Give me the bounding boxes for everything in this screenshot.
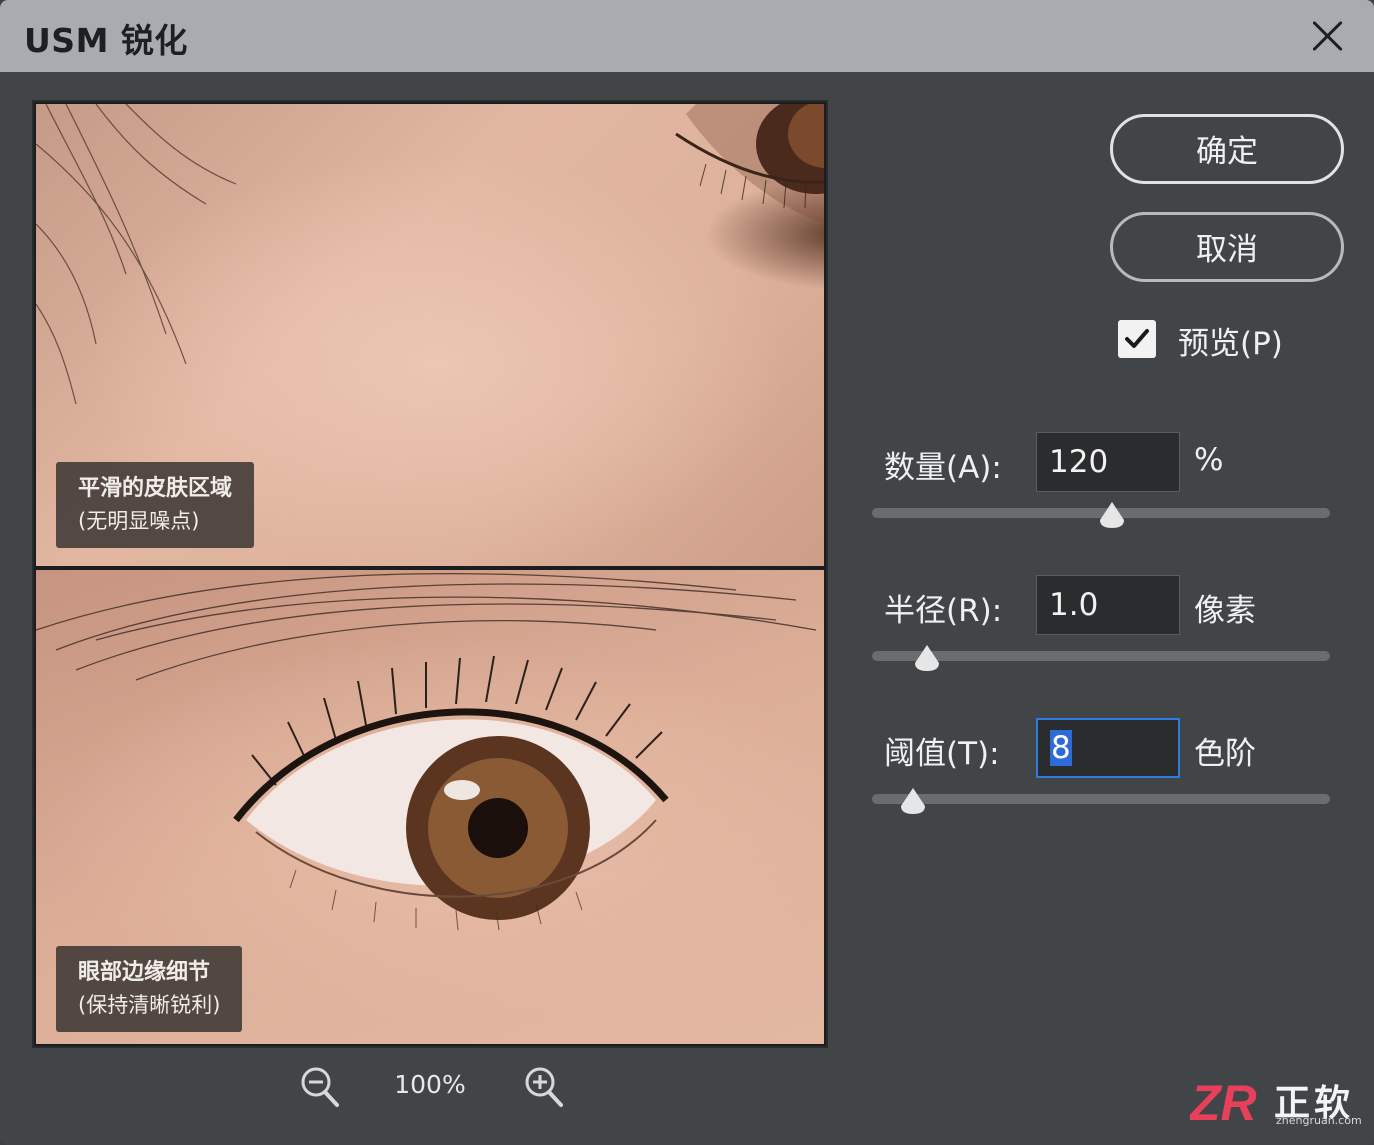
preview-checkbox[interactable] — [1118, 320, 1156, 358]
skin-caption-title: 平滑的皮肤区域 — [78, 476, 233, 501]
skin-caption-note: (无明显噪点) — [78, 509, 200, 533]
zoom-out-icon[interactable] — [300, 1066, 340, 1108]
eye-caption-title: 眼部边缘细节 — [78, 960, 211, 985]
threshold-value-selected: 8 — [1050, 730, 1072, 766]
eye-caption-note: (保持清晰锐利) — [78, 993, 221, 1017]
threshold-slider-thumb[interactable] — [898, 786, 928, 816]
threshold-input[interactable]: 8 — [1036, 718, 1180, 778]
close-icon[interactable] — [1304, 14, 1350, 58]
radius-unit: 像素 — [1194, 593, 1256, 629]
preview-pane-skin: 平滑的皮肤区域 (无明显噪点) — [36, 104, 824, 566]
zoom-controls: 100% — [0, 1064, 860, 1114]
preview-area[interactable]: 平滑的皮肤区域 (无明显噪点) 眼部边缘细节 (保持清晰锐利) — [34, 102, 826, 1046]
radius-label: 半径(R): — [884, 593, 1003, 629]
zoom-in-icon[interactable] — [524, 1066, 564, 1108]
preview-pane-eye: 眼部边缘细节 (保持清晰锐利) — [36, 570, 824, 1044]
zr-logo-icon: ZR — [1188, 1075, 1257, 1131]
threshold-control: 阈值(T): 8 色阶 — [872, 718, 1342, 828]
preview-toggle[interactable]: 预览(P) — [1118, 318, 1318, 362]
usm-sharpen-dialog: USM 锐化 平滑的皮肤区域 (无明显噪点) 眼部边缘细节 (保持清晰锐利) 1… — [0, 0, 1374, 1145]
zr-logo-mark: ZR — [1190, 1075, 1257, 1130]
watermark-site: zhengruan.com — [1276, 1114, 1362, 1127]
skin-caption: 平滑的皮肤区域 (无明显噪点) — [56, 462, 255, 548]
eye-caption: 眼部边缘细节 (保持清晰锐利) — [56, 946, 243, 1032]
title-bar: USM 锐化 — [0, 0, 1374, 72]
watermark-logo: ZR 正软 zhengruan.com — [1188, 1074, 1362, 1131]
amount-input[interactable]: 120 — [1036, 432, 1180, 492]
amount-label: 数量(A): — [884, 450, 1002, 486]
amount-slider-thumb[interactable] — [1097, 500, 1127, 530]
radius-slider-thumb[interactable] — [912, 643, 942, 673]
preview-label: 预览(P) — [1178, 326, 1283, 362]
cancel-button[interactable]: 取消 — [1110, 212, 1344, 282]
ok-button[interactable]: 确定 — [1110, 114, 1344, 184]
zoom-level: 100% — [394, 1070, 466, 1099]
threshold-unit: 色阶 — [1194, 736, 1256, 772]
checkmark-icon — [1125, 329, 1149, 348]
amount-unit: % — [1194, 442, 1224, 478]
radius-input[interactable]: 1.0 — [1036, 575, 1180, 635]
amount-control: 数量(A): 120 % — [872, 432, 1342, 542]
threshold-label: 阈值(T): — [884, 736, 1000, 772]
threshold-slider-track[interactable] — [872, 794, 1330, 804]
radius-control: 半径(R): 1.0 像素 — [872, 575, 1342, 685]
dialog-title: USM 锐化 — [24, 21, 188, 60]
